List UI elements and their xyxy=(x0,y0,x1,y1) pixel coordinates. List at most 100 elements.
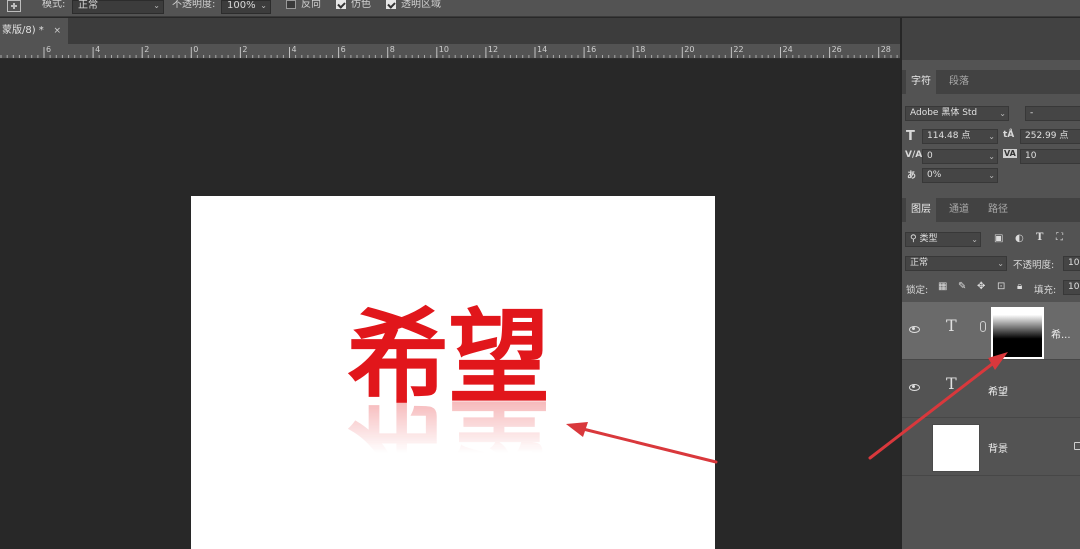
font-style-value: - xyxy=(1030,108,1034,118)
lock-position-icon[interactable]: ✥ xyxy=(977,281,985,292)
layer-opacity-label: 不透明度: xyxy=(1013,260,1055,271)
link-icon[interactable] xyxy=(980,321,986,332)
reverse-label: 反向 xyxy=(301,0,321,10)
tab-character[interactable]: 字符 xyxy=(906,70,936,94)
tab-channels[interactable]: 通道 xyxy=(944,198,974,222)
options-bar: 模式: 正常 ⌄ 不透明度: 100% ⌄ 反向 仿色 透明区域 xyxy=(0,0,1080,17)
font-style-select[interactable]: - xyxy=(1025,106,1080,121)
ruler-label: 6 xyxy=(340,45,346,54)
blend-mode-select[interactable]: 正常 ⌄ xyxy=(905,256,1007,271)
document-tab[interactable]: 蒙版/8) * × xyxy=(0,18,68,44)
opacity-label: 不透明度: xyxy=(172,0,216,10)
chevron-down-icon: ⌄ xyxy=(153,1,160,10)
scale-icon: あ xyxy=(907,171,917,181)
tab-paths[interactable]: 路径 xyxy=(983,198,1013,222)
ruler-label: 12 xyxy=(487,45,499,54)
fill-value: 100 xyxy=(1068,282,1080,292)
shape-filter-icon[interactable]: ⛶ xyxy=(1056,232,1063,243)
leading-input[interactable]: 252.99 点 xyxy=(1020,129,1080,144)
scale-value: 0% xyxy=(927,170,942,180)
mode-select-value: 正常 xyxy=(78,0,98,11)
blend-mode-value: 正常 xyxy=(910,258,929,268)
layer-row[interactable]: T 希望 xyxy=(902,360,1080,418)
dock-header: « xyxy=(902,18,1080,69)
chevron-down-icon: ⌄ xyxy=(971,235,978,244)
transparency-label: 透明区域 xyxy=(401,0,441,10)
dither-label: 仿色 xyxy=(351,0,371,10)
adjustment-filter-icon[interactable]: ◐ xyxy=(1015,233,1024,244)
canvas-text-reflection: 希 xyxy=(347,384,449,503)
ruler-label: 2 xyxy=(242,45,248,54)
leading-icon: tÅ xyxy=(1003,130,1015,140)
scale-input[interactable]: 0% ⌄ xyxy=(922,168,998,183)
lock-all-icon[interactable]: 🔒︎ xyxy=(1017,281,1022,292)
ruler-label: 28 xyxy=(880,45,891,54)
font-size-icon: T xyxy=(906,129,915,144)
ruler-label: 10 xyxy=(438,45,449,54)
tab-layers[interactable]: 图层 xyxy=(906,198,936,222)
layer-name[interactable]: 希望 xyxy=(988,383,1008,398)
leading-value: 252.99 点 xyxy=(1025,131,1069,141)
lock-image-pixels-icon[interactable]: ✎ xyxy=(958,281,966,292)
font-size-value: 114.48 点 xyxy=(927,131,971,141)
canvas-workspace[interactable]: 希 望 希 望 xyxy=(0,60,900,549)
close-icon[interactable]: × xyxy=(53,18,61,44)
layer-row[interactable]: 背景 xyxy=(902,416,1080,476)
chevron-down-icon: ⌄ xyxy=(997,259,1004,268)
tool-preset-icon[interactable] xyxy=(7,0,21,12)
kerning-value: 0 xyxy=(927,151,933,161)
kerning-input[interactable]: 0 ⌄ xyxy=(922,149,998,164)
right-dock: 字符 段落 Adobe 黑体 Std ⌄ - T 114.48 点 ⌄ tÅ 2… xyxy=(902,60,1080,549)
tracking-icon: VA xyxy=(1003,149,1017,158)
layer-opacity-value: 100 xyxy=(1068,258,1080,268)
layer-name[interactable]: 背景 xyxy=(988,440,1008,455)
eye-icon[interactable] xyxy=(909,384,920,391)
mode-select[interactable]: 正常 ⌄ xyxy=(72,0,164,14)
document-tab-strip: 蒙版/8) * × xyxy=(0,18,900,44)
character-panel-tabs: 字符 段落 xyxy=(902,70,1080,94)
ruler-label: 22 xyxy=(733,45,744,54)
chevron-down-icon: ⌄ xyxy=(988,171,995,180)
fill-label: 填充: xyxy=(1034,285,1057,296)
lock-transparent-pixels-icon[interactable]: ▦ xyxy=(938,281,947,292)
tracking-value: 10 xyxy=(1025,151,1037,161)
text-layer-icon: T xyxy=(946,316,957,335)
opacity-input[interactable]: 100% ⌄ xyxy=(221,0,271,14)
layer-filter-value: 类型 xyxy=(919,234,938,244)
opacity-value: 100% xyxy=(227,0,256,11)
layer-thumbnail xyxy=(932,424,980,472)
lock-label: 锁定: xyxy=(906,285,929,296)
reverse-checkbox[interactable] xyxy=(286,0,296,9)
text-layer-icon: T xyxy=(946,374,957,393)
prevent-autonest-icon[interactable]: ⊡ xyxy=(997,281,1005,292)
transparency-checkbox[interactable] xyxy=(386,0,396,9)
ruler-label: 14 xyxy=(537,45,548,54)
ruler-ticks xyxy=(0,47,898,58)
mode-label: 模式: xyxy=(42,0,66,10)
fill-input[interactable]: 100 xyxy=(1063,280,1080,295)
tracking-input[interactable]: 10 xyxy=(1020,149,1080,164)
chevron-down-icon: ⌄ xyxy=(999,109,1006,118)
layer-name[interactable]: 希... xyxy=(1051,326,1071,341)
ruler-label: 18 xyxy=(635,45,646,54)
type-filter-icon[interactable]: T xyxy=(1036,232,1043,243)
eye-icon[interactable] xyxy=(909,326,920,333)
image-filter-icon[interactable]: ▣ xyxy=(994,233,1003,244)
layer-mask-thumbnail[interactable] xyxy=(991,307,1044,359)
layer-filter-select[interactable]: ⚲ 类型 ⌄ xyxy=(905,232,981,247)
dither-checkbox[interactable] xyxy=(336,0,346,9)
ruler-label: 4 xyxy=(291,45,297,54)
tab-paragraph[interactable]: 段落 xyxy=(944,70,974,94)
font-size-input[interactable]: 114.48 点 ⌄ xyxy=(922,129,998,144)
layers-panel-tabs: 图层 通道 路径 xyxy=(902,198,1080,222)
lock-icon xyxy=(1074,442,1080,450)
font-family-select[interactable]: Adobe 黑体 Std ⌄ xyxy=(905,106,1009,121)
layer-row[interactable]: T 希... xyxy=(902,302,1080,360)
document-canvas[interactable]: 希 望 希 望 xyxy=(191,196,715,549)
ruler-label: 6 xyxy=(46,45,52,54)
horizontal-ruler: 6420246810121416182022242628303234 xyxy=(0,44,900,59)
layer-opacity-input[interactable]: 100 xyxy=(1063,256,1080,271)
document-tab-title: 蒙版/8) * xyxy=(2,25,44,36)
canvas-text-reflection: 望 xyxy=(448,384,550,503)
font-family-value: Adobe 黑体 Std xyxy=(910,108,978,118)
